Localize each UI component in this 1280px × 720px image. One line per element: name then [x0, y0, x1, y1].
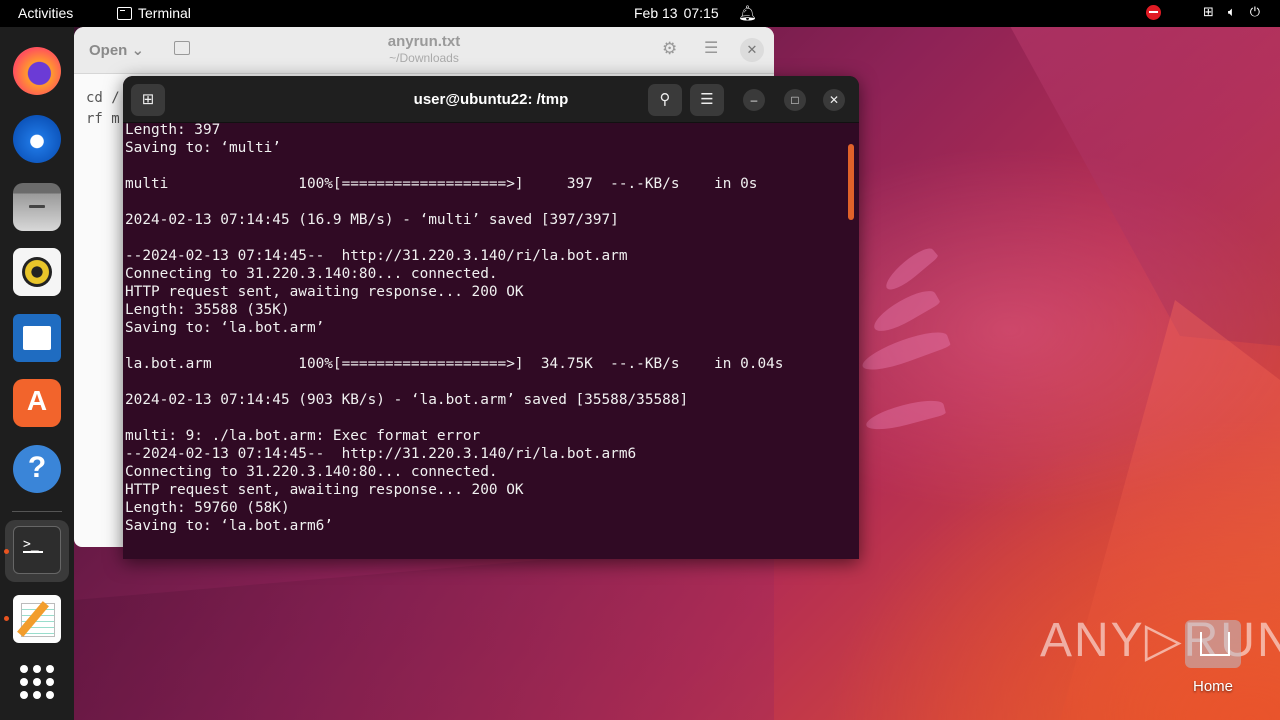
terminal-line: Saving to: ‘la.bot.arm’ — [125, 320, 325, 336]
home-folder-icon[interactable] — [1185, 620, 1241, 668]
terminal-scrollbar[interactable] — [848, 144, 854, 220]
app-center-glyph: A — [26, 385, 48, 416]
minimize-icon[interactable]: – — [743, 89, 765, 111]
editor-header: Open ⌄ anyrun.txt ~/Downloads ⚙ ☰ ✕ — [74, 27, 774, 74]
home-folder-label[interactable]: Home — [1193, 678, 1233, 695]
terminal-line: multi 100%[===================>] 397 --.… — [125, 176, 758, 192]
network-icon[interactable]: ⊞ — [1203, 4, 1214, 20]
terminal-line: --2024-02-13 07:14:45-- http://31.220.3.… — [125, 248, 628, 264]
close-icon[interactable]: ✕ — [740, 38, 764, 62]
watermark-logo: ANY▷RUN — [1040, 614, 1280, 667]
terminal-line: Connecting to 31.220.3.140:80... connect… — [125, 266, 498, 282]
dock: A ? >_ — [0, 27, 74, 720]
wallpaper-petal — [858, 325, 952, 377]
terminal-line: Length: 397 — [125, 122, 221, 138]
terminal-line: Length: 35588 (35K) — [125, 302, 290, 318]
close-icon[interactable]: ✕ — [823, 89, 845, 111]
do-not-disturb-icon[interactable] — [1146, 4, 1161, 20]
gear-icon[interactable]: ⚙ — [662, 39, 677, 59]
system-tray[interactable]: ⊞ 🔈︎ ⏻ — [1146, 4, 1260, 20]
terminal-line: Saving to: ‘multi’ — [125, 140, 281, 156]
search-icon[interactable]: ⚲ — [648, 84, 682, 116]
files-icon[interactable] — [13, 183, 61, 231]
clock-time: 07:15 — [683, 5, 719, 21]
activities-button[interactable]: Activities — [18, 5, 73, 21]
show-apps-icon[interactable] — [20, 665, 54, 699]
terminal-line: HTTP request sent, awaiting response... … — [125, 482, 524, 498]
wallpaper-petal — [869, 283, 941, 339]
text-editor-icon[interactable] — [13, 595, 61, 643]
terminal-line: HTTP request sent, awaiting response... … — [125, 284, 524, 300]
rhythmbox-icon[interactable] — [13, 248, 61, 296]
terminal-line: 2024-02-13 07:14:45 (903 KB/s) - ‘la.bot… — [125, 392, 689, 408]
volume-icon[interactable]: 🔈︎ — [1228, 4, 1236, 20]
terminal-icon — [117, 6, 132, 20]
terminal-header: ⊞ user@ubuntu22: /tmp ⚲ ☰ – □ ✕ — [123, 76, 859, 123]
running-indicator — [4, 549, 9, 554]
notification-bell-icon[interactable]: 🔔︎ — [738, 4, 757, 22]
clock[interactable]: Feb 13 07:15 — [634, 5, 719, 21]
terminal-line: la.bot.arm 100%[===================>] 34… — [125, 356, 784, 372]
help-glyph: ? — [27, 451, 47, 484]
hamburger-menu-icon[interactable]: ☰ — [690, 84, 724, 116]
wallpaper-petal — [863, 394, 947, 436]
libreoffice-writer-icon[interactable] — [13, 314, 61, 362]
app-menu-label: Terminal — [138, 5, 191, 21]
terminal-line: Saving to: ‘la.bot.arm6’ — [125, 518, 333, 534]
terminal-line: --2024-02-13 07:14:45-- http://31.220.3.… — [125, 446, 637, 462]
app-center-icon[interactable]: A — [13, 379, 61, 427]
hamburger-menu-icon[interactable]: ☰ — [704, 38, 718, 58]
running-indicator — [4, 616, 9, 621]
terminal-icon[interactable]: >_ — [13, 526, 61, 574]
terminal-line: multi: 9: ./la.bot.arm: Exec format erro… — [125, 428, 481, 444]
terminal-line: 2024-02-13 07:14:45 (16.9 MB/s) - ‘multi… — [125, 212, 619, 228]
thunderbird-icon[interactable] — [13, 115, 61, 163]
wallpaper-petal — [881, 242, 939, 296]
terminal-prompt-glyph: >_ — [23, 537, 43, 553]
top-bar: Activities Terminal Feb 13 07:15 🔔︎ ⊞ 🔈︎… — [0, 0, 1280, 27]
app-menu[interactable]: Terminal — [117, 5, 191, 21]
clock-date: Feb 13 — [634, 5, 678, 21]
maximize-icon[interactable]: □ — [784, 89, 806, 111]
terminal-window: ⊞ user@ubuntu22: /tmp ⚲ ☰ – □ ✕ Length: … — [123, 76, 859, 559]
firefox-icon[interactable] — [13, 47, 61, 95]
terminal-line: Connecting to 31.220.3.140:80... connect… — [125, 464, 498, 480]
pencil-glyph — [17, 601, 49, 637]
terminal-line: Length: 59760 (58K) — [125, 500, 290, 516]
help-icon[interactable]: ? — [13, 445, 61, 493]
terminal-output[interactable]: Length: 397 Saving to: ‘multi’ multi 100%[… — [125, 121, 845, 535]
wallpaper-facet — [74, 540, 774, 720]
power-icon[interactable]: ⏻ — [1250, 4, 1260, 20]
dock-separator — [12, 511, 62, 512]
